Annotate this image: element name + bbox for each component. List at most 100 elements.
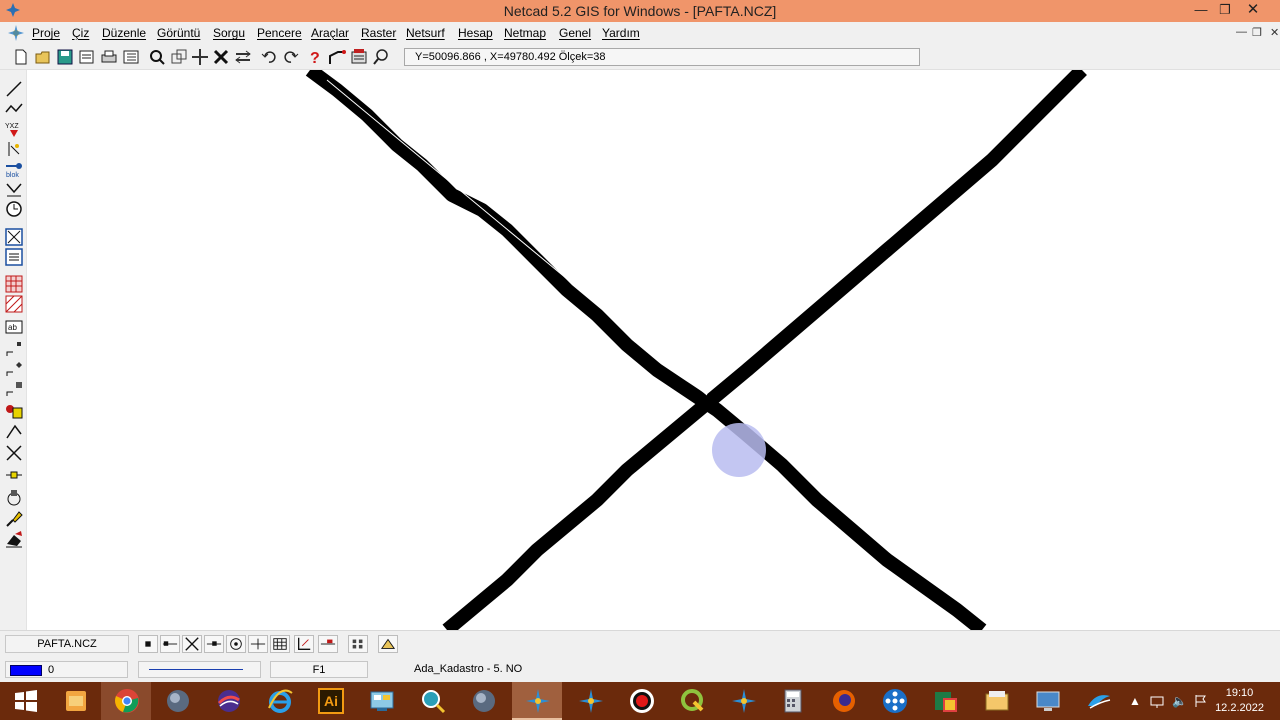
block-icon[interactable]: blok <box>5 160 23 178</box>
eraser-icon[interactable] <box>5 530 23 548</box>
menu-ciz[interactable]: Çiz <box>72 26 89 40</box>
taskbar-explorer[interactable] <box>50 682 100 720</box>
drawing-canvas[interactable] <box>27 70 1280 630</box>
up-arrow-icon[interactable] <box>378 635 398 653</box>
layer-list-icon[interactable] <box>122 48 140 66</box>
layer-field[interactable]: 0 <box>5 661 128 678</box>
redo-icon[interactable] <box>282 48 300 66</box>
taskbar-display[interactable] <box>1022 682 1072 720</box>
tray-expand-icon[interactable]: ▲ <box>1129 694 1141 708</box>
taskbar-control-panel[interactable] <box>356 682 406 720</box>
zoom-icon[interactable] <box>148 48 166 66</box>
text-list-icon[interactable] <box>5 248 23 266</box>
text-tool-icon[interactable]: ab <box>5 318 23 336</box>
polyline-icon[interactable] <box>5 100 23 118</box>
hand-icon[interactable] <box>5 488 23 506</box>
taskbar-netcad-2[interactable] <box>565 682 615 720</box>
line-tool-icon[interactable] <box>5 80 23 98</box>
taskbar-globe-app-2[interactable] <box>458 682 508 720</box>
restore-button[interactable]: ❐ <box>1212 0 1238 22</box>
menu-genel[interactable]: Genel <box>559 26 591 40</box>
taskbar-search-app[interactable] <box>407 682 457 720</box>
layout-icon[interactable] <box>348 635 368 653</box>
menu-araclar[interactable]: Araçlar <box>311 26 349 40</box>
tray-volume-icon[interactable]: 🔈 <box>1172 694 1187 708</box>
symbol-icon[interactable] <box>5 402 23 420</box>
taskbar-cloud-app[interactable] <box>1073 682 1123 720</box>
file-tab[interactable]: PAFTA.NCZ <box>5 635 129 653</box>
menu-goruntu[interactable]: Görüntü <box>157 26 200 40</box>
taskbar-dots-app[interactable] <box>869 682 919 720</box>
menu-sorgu[interactable]: Sorgu <box>213 26 245 40</box>
clock[interactable]: 19:10 12.2.2022 <box>1215 686 1264 716</box>
hatch-icon[interactable] <box>5 295 23 313</box>
menu-hesap[interactable]: Hesap <box>458 26 493 40</box>
taskbar-netcad-3[interactable] <box>718 682 768 720</box>
print-icon[interactable] <box>100 48 118 66</box>
drawn-line-diagonal-down[interactable] <box>305 70 987 630</box>
taskbar-netcad-active[interactable] <box>512 682 562 720</box>
zoom-extents-icon[interactable] <box>5 228 23 246</box>
print-preview-icon[interactable] <box>78 48 96 66</box>
menu-pencere[interactable]: Pencere <box>257 26 302 40</box>
menu-proje[interactable]: Proje <box>32 26 60 40</box>
menu-raster[interactable]: Raster <box>361 26 396 40</box>
menu-netsurf[interactable]: Netsurf <box>406 26 445 40</box>
start-button[interactable] <box>0 682 50 720</box>
pan-icon[interactable] <box>191 48 209 66</box>
taskbar-qgis[interactable] <box>667 682 717 720</box>
help-icon[interactable]: ? <box>306 48 324 66</box>
line-type-field[interactable] <box>138 661 261 678</box>
taskbar-firefox[interactable] <box>818 682 868 720</box>
menu-duzenle[interactable]: Düzenle <box>102 26 146 40</box>
close-button[interactable]: ✕ <box>1240 0 1266 22</box>
brush-icon[interactable] <box>5 510 23 528</box>
undo-icon[interactable] <box>260 48 278 66</box>
new-file-icon[interactable] <box>12 48 30 66</box>
tray-network-icon[interactable] <box>1150 694 1164 708</box>
open-folder-icon[interactable] <box>34 48 52 66</box>
measure-icon[interactable] <box>318 635 338 653</box>
corner-small-icon[interactable] <box>5 340 23 358</box>
taskbar-chrome[interactable] <box>101 682 151 720</box>
search-icon[interactable] <box>372 48 390 66</box>
fillet-icon[interactable] <box>5 180 23 198</box>
taskbar-globe-app[interactable] <box>152 682 202 720</box>
mdi-restore-button[interactable]: ❐ <box>1252 26 1262 39</box>
save-icon[interactable] <box>56 48 74 66</box>
taskbar-calculator[interactable] <box>767 682 817 720</box>
snap-center-icon[interactable] <box>226 635 246 653</box>
mdi-minimize-button[interactable]: — <box>1236 26 1247 38</box>
snap-mid-icon[interactable] <box>204 635 224 653</box>
snap-near-icon[interactable] <box>248 635 268 653</box>
zoom-window-icon[interactable] <box>170 48 188 66</box>
taskbar-files[interactable] <box>971 682 1021 720</box>
corner-diamond-icon[interactable] <box>5 360 23 378</box>
taskbar-excel-map[interactable] <box>920 682 970 720</box>
intersect-icon[interactable] <box>5 444 23 462</box>
polyline-tool-icon[interactable] <box>328 48 346 66</box>
snap-end-icon[interactable] <box>160 635 180 653</box>
mdi-close-button[interactable]: ✕ <box>1270 26 1279 39</box>
ortho-icon[interactable] <box>294 635 314 653</box>
taskbar-ie[interactable] <box>254 682 304 720</box>
delete-icon[interactable] <box>212 48 230 66</box>
snap-intersect-icon[interactable] <box>182 635 202 653</box>
clock-icon[interactable] <box>5 200 23 218</box>
dimension-icon[interactable] <box>5 140 23 158</box>
tray-flag-icon[interactable] <box>1194 694 1208 708</box>
drawn-line-diagonal-up[interactable] <box>442 70 1087 630</box>
raster-tool-icon[interactable] <box>350 48 368 66</box>
taskbar-network-app[interactable] <box>203 682 253 720</box>
grid-icon[interactable] <box>270 635 290 653</box>
xyz-point-icon[interactable]: YXZ <box>5 120 23 138</box>
netcad-logo-icon[interactable] <box>8 25 24 41</box>
minimize-button[interactable]: — <box>1188 0 1214 22</box>
menu-yardim[interactable]: Yardım <box>602 26 640 40</box>
move-icon[interactable] <box>234 48 252 66</box>
corner-square-icon[interactable] <box>5 380 23 398</box>
taskbar-illustrator[interactable]: Ai <box>305 682 355 720</box>
node-icon[interactable] <box>5 466 23 484</box>
grid-hatch-icon[interactable] <box>5 275 23 293</box>
snap-point-icon[interactable] <box>138 635 158 653</box>
